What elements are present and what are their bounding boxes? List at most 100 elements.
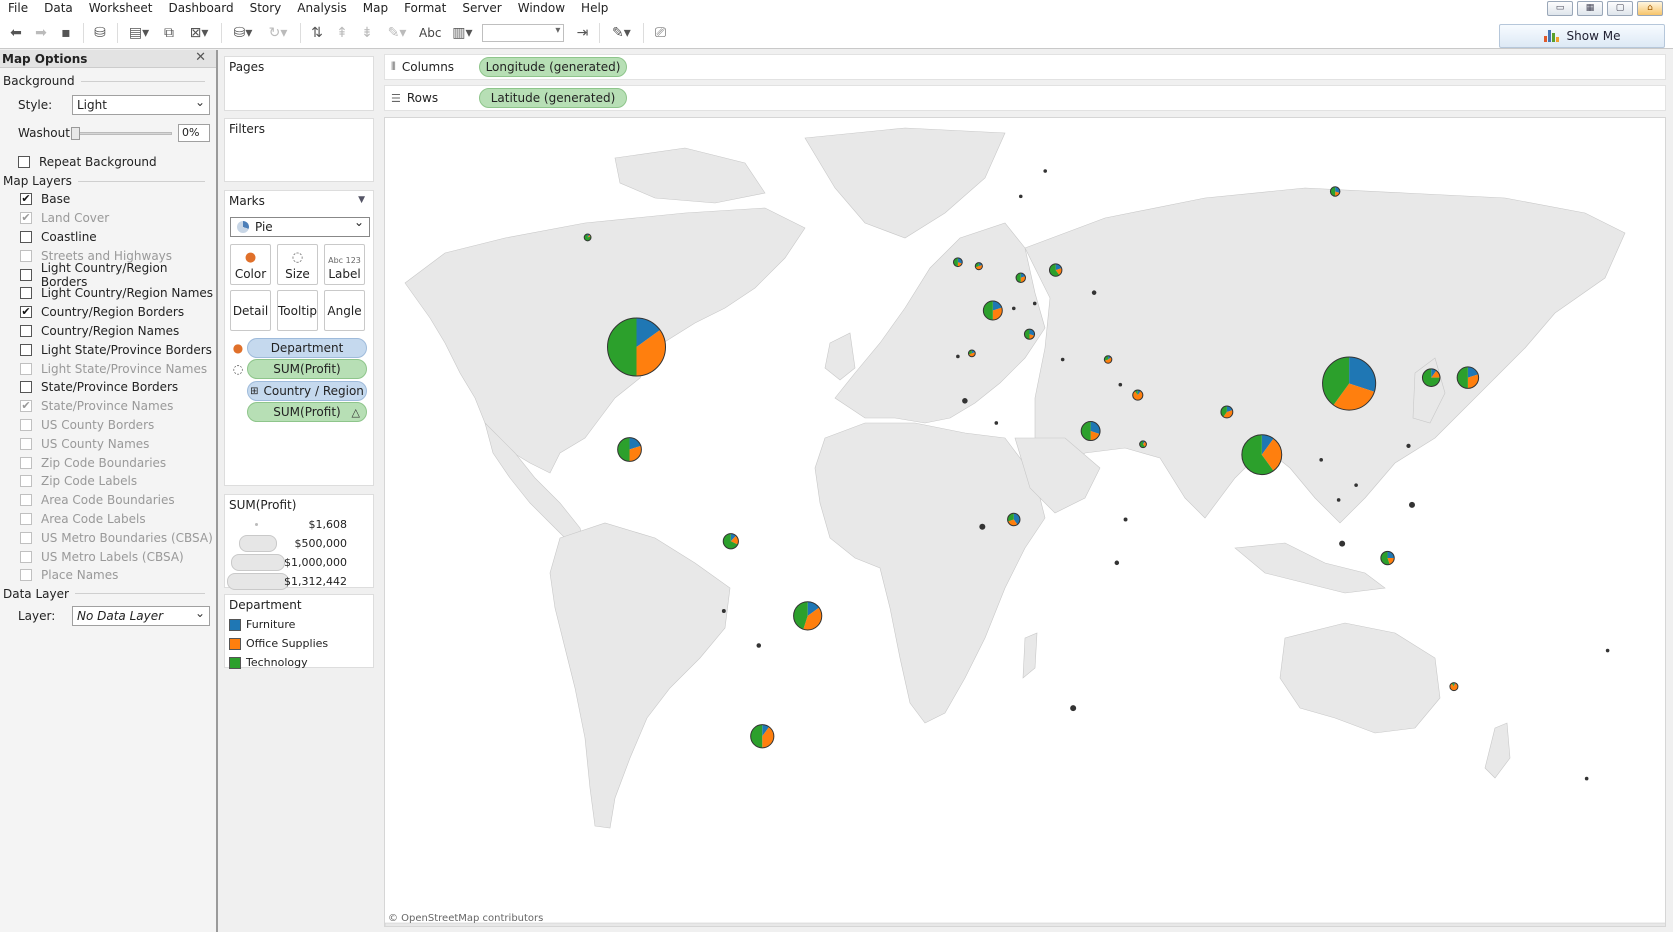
pie-dot[interactable]	[994, 421, 999, 425]
size-button[interactable]: ◌ Size	[277, 244, 318, 285]
fit-chart-icon[interactable]: ▥▾	[445, 21, 479, 45]
detail-button[interactable]: Detail	[230, 290, 271, 331]
pie-mark-ghana[interactable]	[979, 523, 986, 530]
forward-arrow-icon[interactable]: ➡	[29, 21, 53, 45]
washout-slider[interactable]	[71, 126, 172, 140]
expand-icon[interactable]: ⊞	[250, 386, 258, 397]
menu-format[interactable]: Format	[396, 0, 454, 17]
close-icon[interactable]: ✕	[195, 50, 206, 65]
pie-mark-indonesia[interactable]	[1380, 550, 1395, 566]
pie-dot[interactable]	[979, 523, 986, 530]
pie-dot[interactable]	[1123, 517, 1128, 522]
pie-dot[interactable]	[1354, 483, 1358, 487]
pie-mark-norway[interactable]	[1018, 194, 1023, 199]
pie-mark-mexico[interactable]	[617, 437, 642, 462]
pie-mark-egypt[interactable]	[1080, 421, 1101, 442]
pie-mark-italy[interactable]	[1023, 328, 1036, 340]
datasource-icon[interactable]: ⛁	[88, 21, 112, 45]
map-layer-row[interactable]: Light State/Province Borders	[0, 340, 216, 359]
pie-slice[interactable]	[750, 724, 763, 748]
pie-mark-vietnam[interactable]	[1354, 483, 1358, 487]
pie-mark-greece[interactable]	[1060, 357, 1065, 362]
pie-mark-france[interactable]	[982, 300, 1003, 321]
legend-item-furniture[interactable]: Furniture	[225, 615, 373, 634]
pie-mark-korea[interactable]	[1421, 368, 1441, 387]
pie-mark-china[interactable]	[1322, 356, 1377, 411]
legend-item-office-supplies[interactable]: Office Supplies	[225, 634, 373, 653]
menu-server[interactable]: Server	[454, 0, 509, 17]
pie-mark-peru[interactable]	[721, 609, 726, 613]
pie-mark-argentina[interactable]	[750, 724, 775, 749]
presentation-icon[interactable]: ▭	[1547, 1, 1573, 16]
pie-mark-thailand[interactable]	[1336, 498, 1341, 502]
pie-dot[interactable]	[1043, 169, 1048, 173]
pie-mark-kenya[interactable]	[1114, 560, 1120, 566]
new-worksheet-icon[interactable]: ▤▾	[122, 21, 156, 45]
color-button[interactable]: ● Color	[230, 244, 271, 285]
map-layer-row[interactable]: Light Country/Region Borders	[0, 261, 216, 289]
window-icon[interactable]: ▢	[1607, 1, 1633, 16]
pie-mark-bolivia[interactable]	[756, 643, 762, 648]
pie-mark-saudi[interactable]	[1139, 440, 1147, 449]
map-layer-checkbox[interactable]: ✔	[20, 306, 32, 319]
data-layer-dropdown[interactable]: No Data Layer	[72, 604, 210, 626]
sum-profit-size-pill[interactable]: SUM(Profit)	[247, 359, 367, 379]
annotate-icon[interactable]: ✎▾	[604, 21, 638, 45]
highlight-icon[interactable]: ✎▾	[380, 21, 414, 45]
menu-file[interactable]: File	[0, 0, 36, 17]
repeat-background-checkbox[interactable]	[18, 156, 30, 168]
pie-dot[interactable]	[1070, 705, 1077, 712]
pie-mark-india[interactable]	[1241, 434, 1283, 476]
pie-mark-brazil[interactable]	[793, 601, 823, 631]
pie-mark-myanmar[interactable]	[1319, 458, 1323, 462]
mark-type-dropdown[interactable]: Pie	[230, 215, 370, 237]
latitude-pill[interactable]: Latitude (generated)	[479, 88, 627, 108]
home-icon[interactable]: ⌂	[1637, 1, 1663, 16]
pie-mark-southafrica[interactable]	[1070, 705, 1077, 712]
sort-descending-icon[interactable]: ⇟	[355, 21, 379, 45]
label-button[interactable]: Abc 123 Label	[324, 244, 365, 285]
pie-mark-canada[interactable]	[583, 233, 592, 242]
pie-dot[interactable]	[1584, 776, 1589, 781]
map-layer-checkbox[interactable]	[20, 287, 32, 300]
map-layer-checkbox[interactable]	[20, 381, 32, 394]
pie-mark-colombia[interactable]	[722, 533, 739, 550]
map-layer-checkbox[interactable]	[20, 343, 32, 356]
pie-mark-portugal[interactable]	[956, 354, 960, 359]
map-layer-row[interactable]: Country/Region Names	[0, 322, 216, 341]
map-layer-checkbox[interactable]	[20, 230, 32, 243]
sum-profit-angle-pill[interactable]: SUM(Profit) △	[247, 402, 367, 422]
pie-dot[interactable]	[1114, 560, 1120, 566]
menu-map[interactable]: Map	[355, 0, 396, 17]
refresh-icon[interactable]: ↻▾	[261, 21, 295, 45]
back-arrow-icon[interactable]: ⬅	[4, 21, 28, 45]
pie-mark-philippines[interactable]	[1409, 501, 1415, 508]
fix-axes-icon[interactable]: ⇥	[570, 21, 594, 45]
presentation-mode-icon[interactable]: ⎚	[648, 21, 672, 45]
map-layer-checkbox[interactable]	[20, 324, 32, 337]
show-labels-button[interactable]: Abc	[415, 26, 445, 40]
pie-mark-nigeria[interactable]	[1007, 512, 1021, 527]
filters-card[interactable]: Filters	[224, 118, 374, 182]
map-layer-row[interactable]: ✔ Country/Region Borders	[0, 303, 216, 322]
menu-analysis[interactable]: Analysis	[289, 0, 354, 17]
pie-mark-iraq[interactable]	[1132, 389, 1144, 401]
legend-item-technology[interactable]: Technology	[225, 653, 373, 672]
pie-dot[interactable]	[1409, 501, 1415, 508]
pie-mark-turkey[interactable]	[1103, 355, 1113, 364]
pie-dot[interactable]	[1605, 648, 1610, 653]
menu-window[interactable]: Window	[510, 0, 573, 17]
marks-menu-triangle-icon[interactable]: ▼	[358, 195, 365, 205]
country-region-pill[interactable]: ⊞ Country / Region	[247, 381, 367, 401]
repeat-background-row[interactable]: Repeat Background	[0, 152, 216, 172]
pages-card[interactable]: Pages	[224, 56, 374, 111]
pie-dot[interactable]	[1336, 498, 1341, 502]
pie-mark-poland[interactable]	[1048, 263, 1063, 277]
map-layer-row[interactable]: Coastline	[0, 228, 216, 247]
menu-worksheet[interactable]: Worksheet	[81, 0, 161, 17]
rows-shelf[interactable]: ☰ Rows Latitude (generated)	[384, 85, 1666, 111]
pie-dot[interactable]	[1032, 301, 1037, 306]
pie-mark-uk[interactable]	[974, 262, 983, 271]
department-pill[interactable]: Department	[247, 338, 367, 358]
pie-mark-morocco[interactable]	[962, 398, 968, 404]
